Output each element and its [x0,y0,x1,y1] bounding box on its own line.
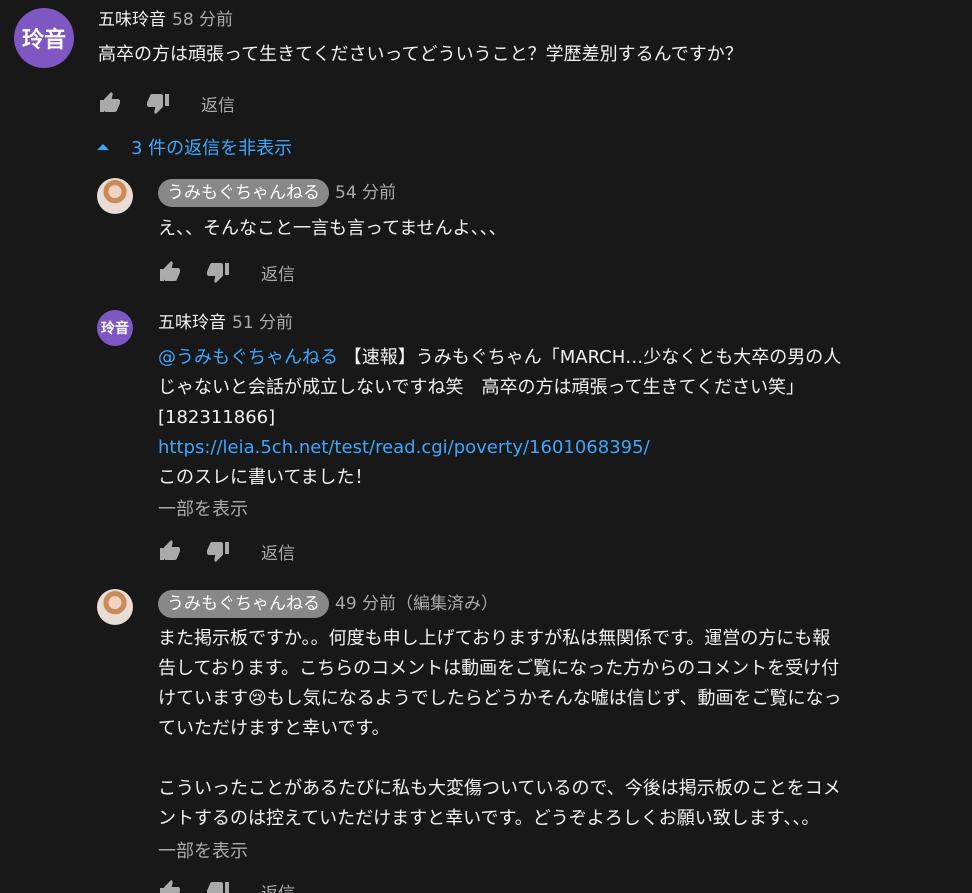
reply-line: 告しております。こちらのコメントは動画をご覧になった方からのコメントを受け付 [158,658,840,679]
avatar[interactable] [97,178,133,214]
reply-line: こういったことがあるたびに私も大変傷ついているので、今後は掲示板のことをコメ [158,778,841,799]
thumb-down-icon[interactable] [205,878,231,893]
reply-line: ていただけますと幸いです。 [158,718,390,739]
reply-text: え、、そんなこと一言も言ってませんよ、、、 [158,218,507,239]
crying-emoji-icon: 😢 [248,688,267,709]
reply-actions: 返信 [157,538,295,564]
hide-replies-toggle[interactable]: 3 件の返信を非表示 [97,134,292,160]
reply-header: うみもぐちゃんねる 54 分前 [158,179,396,207]
reply-line: また掲示板ですか。。何度も申し上げておりますが私は無関係です。運営の方にも報 [158,628,831,649]
reply-line: もし気になるようでしたらどうかそんな嘘は信じず、動画をご覧になっ [266,688,842,709]
url-link[interactable]: https://leia.5ch.net/test/read.cgi/pover… [158,437,650,458]
chevron-up-icon [97,144,109,150]
reply-button[interactable]: 返信 [261,879,295,893]
channel-owner-badge[interactable]: うみもぐちゃんねる [158,179,329,207]
timestamp[interactable]: 51 分前 [232,311,293,335]
reply-text-part: じゃないと会話が成立しないですね笑 高卒の方は頑張って生きてください笑」 [158,377,805,398]
reply-button[interactable]: 返信 [201,91,235,116]
thumb-up-icon[interactable] [97,90,123,116]
comment-thread: 玲音 五味玲音 58 分前 高卒の方は頑張って生きてくださいってどういうこと？学… [0,0,972,893]
reply-text-part: このスレに書いてました！ [158,467,373,488]
hide-replies-label: 3 件の返信を非表示 [131,138,293,159]
avatar-initials: 玲音 [101,321,129,337]
reply-text-part: [182311866] [158,407,276,428]
comment-text: 高卒の方は頑張って生きてくださいってどういうこと？学歴差別するんですか？ [98,44,743,65]
reply-line: ントするのは控えていただけますと幸いです。どうぞよろしくお願い致します、、。 [158,808,820,829]
channel-owner-badge[interactable]: うみもぐちゃんねる [158,590,329,618]
reply-text: @うみもぐちゃんねる 【速報】うみもぐちゃん「MARCH…少なくとも大卒の男の人… [158,343,958,493]
reply-text-part: 【速報】うみもぐちゃん「MARCH…少なくとも大卒の男の人 [343,347,842,368]
thumb-up-icon[interactable] [157,878,183,893]
reply-line: けています [158,688,248,709]
timestamp[interactable]: 54 分前 [335,181,396,205]
reply-actions: 返信 [157,259,295,285]
thumb-down-icon[interactable] [145,90,171,116]
avatar[interactable]: 玲音 [97,310,133,346]
reply-header: うみもぐちゃんねる 49 分前（編集済み） [158,590,498,618]
timestamp[interactable]: 58 分前 [172,8,233,32]
thumb-up-icon[interactable] [157,538,183,564]
reply-actions: 返信 [157,878,295,893]
thumb-up-icon[interactable] [157,259,183,285]
show-more-link[interactable]: 一部を表示 [158,840,248,864]
timestamp[interactable]: 49 分前（編集済み） [335,592,498,616]
author-name[interactable]: 五味玲音 [98,8,166,32]
thumb-down-icon[interactable] [205,259,231,285]
mention-link[interactable]: @うみもぐちゃんねる [158,347,338,368]
author-name[interactable]: 五味玲音 [158,311,226,335]
show-more-link[interactable]: 一部を表示 [158,498,248,522]
comment-actions: 返信 [97,90,235,116]
reply-header: 五味玲音 51 分前 [158,311,293,335]
reply-button[interactable]: 返信 [261,260,295,285]
reply-button[interactable]: 返信 [261,539,295,564]
comment-header: 五味玲音 58 分前 [98,8,233,32]
avatar-initials: 玲音 [21,28,66,53]
avatar[interactable] [97,589,133,625]
reply-text: また掲示板ですか。。何度も申し上げておりますが私は無関係です。運営の方にも報 告… [158,624,958,834]
avatar[interactable]: 玲音 [14,8,74,68]
thumb-down-icon[interactable] [205,538,231,564]
